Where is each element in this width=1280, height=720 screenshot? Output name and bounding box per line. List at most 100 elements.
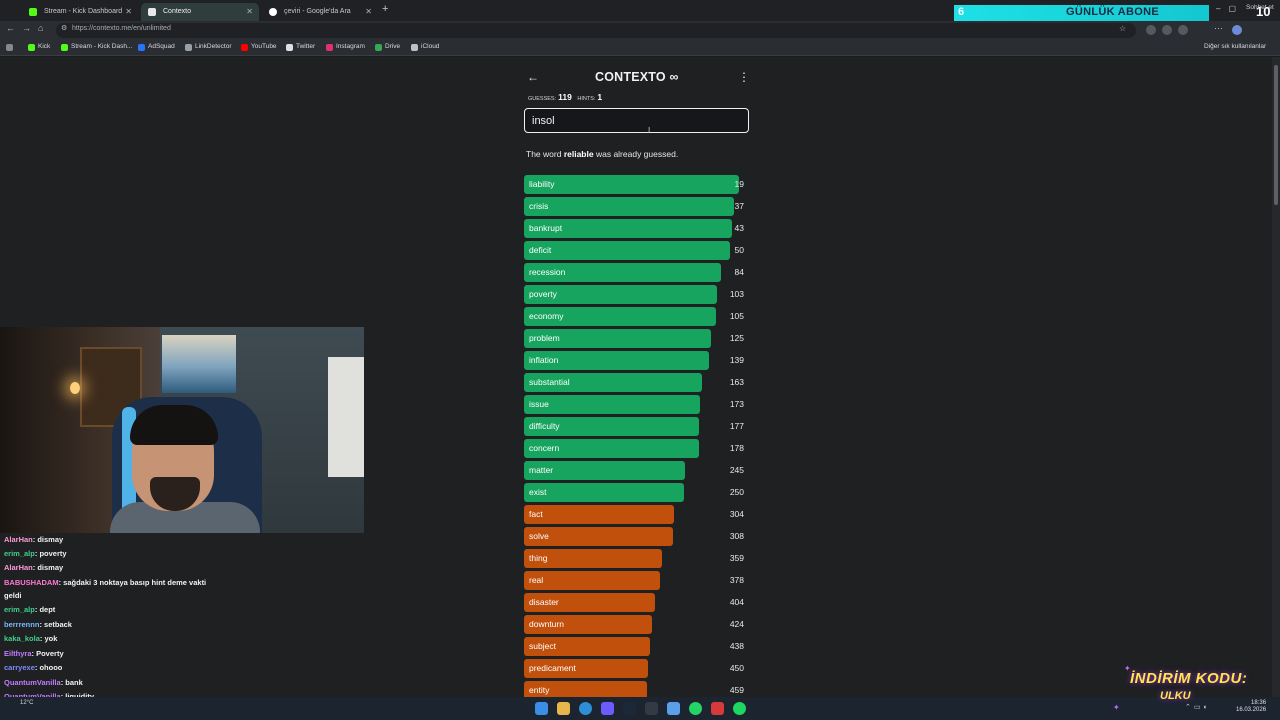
app-icon[interactable]: [711, 702, 724, 715]
wave-poster: [162, 335, 236, 393]
extension-icon[interactable]: [1146, 25, 1156, 35]
guess-row: deficit 50: [524, 241, 749, 260]
chat-message: erim_alp: poverty: [4, 549, 67, 558]
guess-distance: 424: [729, 619, 744, 629]
guess-distance: 19: [734, 179, 744, 189]
clock[interactable]: 18:36 16.03.2026: [1236, 700, 1266, 714]
guess-row: recession 84: [524, 263, 749, 282]
chat-username[interactable]: BABUSHADAM: [4, 578, 59, 587]
download-icon[interactable]: [1162, 25, 1172, 35]
guess-history-list: liability 19 crisis 37 bankrupt 43 deficit 50 re…: [524, 175, 749, 697]
chat-username[interactable]: AlarHan: [4, 563, 33, 572]
chat-username[interactable]: erim_alp: [4, 549, 35, 558]
close-icon[interactable]: ✕: [125, 3, 132, 21]
chat-text: : bank: [60, 678, 83, 687]
guess-word: problem: [529, 333, 560, 343]
home-icon[interactable]: ⌂: [38, 23, 43, 33]
back-arrow-icon[interactable]: ←: [527, 70, 539, 84]
bookmark-instagram[interactable]: Instagram: [326, 43, 365, 51]
bookmark-adsquad[interactable]: AdSquad: [138, 43, 175, 51]
edge-browser-icon[interactable]: [579, 702, 592, 715]
chat-message: Eilthyra: Poverty: [4, 649, 64, 658]
profile-avatar[interactable]: [1178, 25, 1188, 35]
tab-contexto[interactable]: Contexto ✕: [141, 3, 259, 21]
terminal-icon[interactable]: [645, 702, 658, 715]
system-tray[interactable]: ⌃▭◐: [1185, 703, 1211, 711]
discord-icon[interactable]: [601, 702, 614, 715]
bookmark-drive[interactable]: Drive: [375, 43, 400, 51]
other-bookmarks[interactable]: Diğer sık kullanılanlar: [1204, 43, 1266, 50]
bookmark-star-icon[interactable]: ☆: [1119, 24, 1126, 33]
bookmark-kick-dashboard[interactable]: Stream - Kick Dash...: [61, 43, 132, 51]
chat-username[interactable]: AlarHan: [4, 535, 33, 544]
chat-text: : sağdaki 3 noktaya basıp hint deme vakt…: [58, 578, 207, 587]
chat-text: : dept: [34, 605, 56, 614]
message-prefix: The word: [526, 149, 562, 159]
chat-username[interactable]: kaka_kola: [4, 634, 40, 643]
guess-input[interactable]: [524, 108, 749, 133]
chat-text: : poverty: [34, 549, 67, 558]
chat-username[interactable]: carryexe: [4, 663, 35, 672]
steam-icon[interactable]: [623, 702, 636, 715]
guess-row: economy 105: [524, 307, 749, 326]
close-icon[interactable]: ✕: [365, 3, 372, 21]
copilot-icon[interactable]: [1232, 25, 1242, 35]
bookmark-kick[interactable]: Kick: [28, 43, 50, 51]
x-logo-icon: [286, 44, 293, 51]
guess-distance: 250: [729, 487, 744, 497]
file-explorer-icon[interactable]: [557, 702, 570, 715]
start-menu-icon[interactable]: [535, 702, 548, 715]
guess-word: inflation: [529, 355, 559, 365]
settings-icon[interactable]: [667, 702, 680, 715]
guess-word: crisis: [529, 201, 549, 211]
forward-icon[interactable]: →: [22, 23, 31, 33]
weather-widget[interactable]: 12°C: [20, 700, 33, 706]
tab-google-search[interactable]: çeviri - Google'da Ara ✕: [262, 3, 378, 21]
new-tab-button[interactable]: +: [382, 3, 388, 15]
link-icon: [185, 44, 192, 51]
tab-kick-dashboard[interactable]: Stream - Kick Dashboard ✕: [22, 3, 138, 21]
chat-message: QuantumVanilla: bank: [4, 678, 83, 687]
whatsapp-icon[interactable]: [689, 702, 702, 715]
page-scrollbar[interactable]: [1272, 57, 1280, 697]
chat-message: carryexe: ohooo: [4, 663, 62, 672]
bookmark-youtube[interactable]: YouTube: [241, 43, 277, 51]
guess-distance: 304: [729, 509, 744, 519]
guess-row: exist 250: [524, 483, 749, 502]
clock-time: 18:36: [1251, 700, 1267, 706]
kick-logo-icon: [29, 8, 37, 16]
scrollbar-thumb[interactable]: [1274, 65, 1278, 205]
chat-username[interactable]: erim_alp: [4, 605, 35, 614]
chat-message: kaka_kola: yok: [4, 634, 57, 643]
window-controls[interactable]: –▢: [1216, 4, 1244, 13]
menu-icon[interactable]: ⋯: [1214, 23, 1223, 34]
chat-username[interactable]: berrrennn: [4, 620, 39, 629]
chat-username[interactable]: QuantumVanilla: [4, 678, 61, 687]
subscriber-goal-banner: 6 GÜNLÜK ABONE: [954, 5, 1209, 21]
chat-message: berrrennn: setback: [4, 620, 72, 629]
banner-text: GÜNLÜK ABONE: [1066, 6, 1160, 18]
guess-word: poverty: [529, 289, 557, 299]
more-options-icon[interactable]: ⋮: [738, 70, 750, 84]
chat-username[interactable]: Eilthyra: [4, 649, 32, 658]
guess-distance: 43: [734, 223, 744, 233]
shelf: [328, 357, 364, 477]
address-bar[interactable]: ⚙ https://contexto.me/en/unlimited ☆: [56, 23, 1136, 38]
bookmark-icloud[interactable]: iCloud: [411, 43, 439, 51]
bookmark-twitter[interactable]: Twitter: [286, 43, 315, 51]
guess-word: disaster: [529, 597, 559, 607]
similarity-bar: [524, 505, 674, 524]
close-icon[interactable]: ✕: [246, 3, 253, 21]
google-logo-icon: [269, 8, 277, 16]
spotify-icon[interactable]: [733, 702, 746, 715]
webcam-overlay: [0, 327, 364, 533]
guess-distance: 378: [729, 575, 744, 585]
game-stats: GUESSES: 119 HINTS: 1: [528, 92, 606, 102]
chat-text: : ohooo: [34, 663, 63, 672]
bookmark-linkdetector[interactable]: LinkDetector: [185, 43, 232, 51]
guess-distance: 163: [729, 377, 744, 387]
chat-button[interactable]: Sohbet et: [1246, 4, 1274, 11]
guess-word: subject: [529, 641, 556, 651]
back-icon[interactable]: ←: [6, 23, 15, 33]
site-info-icon[interactable]: ⚙: [61, 24, 67, 32]
